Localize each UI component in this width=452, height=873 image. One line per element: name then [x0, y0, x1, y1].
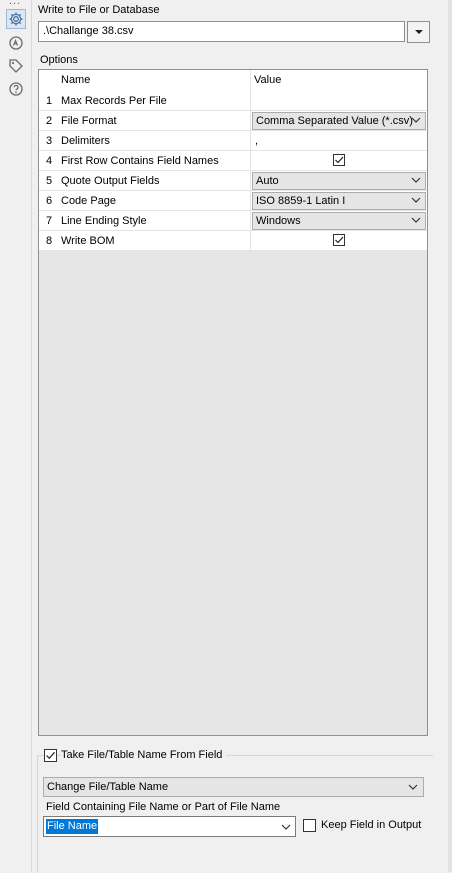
option-name: Delimiters [61, 135, 110, 147]
option-row-quote-output: 5 Quote Output Fields Auto [39, 171, 427, 191]
grid-header: Name Value [39, 70, 427, 92]
take-from-field-checkbox[interactable] [44, 749, 57, 762]
chevron-down-icon [281, 824, 291, 830]
header-value: Value [254, 74, 282, 86]
row-number: 8 [45, 235, 53, 247]
chevron-down-icon [408, 784, 418, 790]
option-row-first-row-field-names: 4 First Row Contains Field Names [39, 151, 427, 171]
option-row-file-format: 2 File Format Comma Separated Value (*.c… [39, 111, 427, 131]
chevron-down-icon [411, 117, 421, 123]
checkmark-icon [335, 156, 344, 164]
checkmark-icon [335, 236, 344, 244]
quote-output-select[interactable]: Auto [252, 172, 426, 190]
option-name: Quote Output Fields [61, 175, 160, 187]
line-ending-select[interactable]: Windows [252, 212, 426, 230]
chevron-down-icon [411, 197, 421, 203]
option-name: Write BOM [61, 235, 115, 247]
option-row-delimiters: 3 Delimiters , [39, 131, 427, 151]
destination-field[interactable]: .\Challange 38.csv [38, 21, 405, 42]
destination-dropdown-button[interactable] [407, 21, 430, 43]
keep-field-checkbox[interactable] [303, 819, 316, 832]
more-dots[interactable]: ... [9, 0, 21, 7]
take-from-field-group [37, 755, 433, 873]
option-row-max-records: 1 Max Records Per File [39, 91, 427, 111]
file-format-select[interactable]: Comma Separated Value (*.csv) [252, 112, 426, 130]
annotation-icon[interactable] [6, 33, 26, 53]
delimiters-input[interactable]: , [250, 131, 427, 151]
chevron-down-icon [411, 217, 421, 223]
destination-label: Write to File or Database [38, 4, 160, 16]
row-number: 4 [45, 155, 53, 167]
code-page-select[interactable]: ISO 8859-1 Latin I [252, 192, 426, 210]
change-mode-select[interactable]: Change File/Table Name [43, 777, 424, 797]
field-containing-label: Field Containing File Name or Part of Fi… [46, 801, 281, 813]
row-number: 2 [45, 115, 53, 127]
option-row-line-ending: 7 Line Ending Style Windows [39, 211, 427, 231]
option-name: First Row Contains Field Names [61, 155, 219, 167]
checkmark-icon [46, 751, 55, 760]
options-grid: Name Value 1 Max Records Per File 2 File… [38, 69, 428, 736]
row-number: 5 [45, 175, 53, 187]
tag-icon[interactable] [6, 56, 26, 76]
field-name-select[interactable]: File Name [43, 816, 296, 837]
first-row-field-names-checkbox[interactable] [333, 154, 345, 166]
option-name: File Format [61, 115, 117, 127]
help-icon[interactable] [6, 79, 26, 99]
row-number: 7 [45, 215, 53, 227]
dropdown-arrow-icon [414, 30, 423, 34]
panel-scrollbar[interactable] [448, 0, 452, 872]
take-from-field-label: Take File/Table Name From Field [61, 749, 227, 761]
row-number: 6 [45, 195, 53, 207]
option-name: Line Ending Style [61, 215, 147, 227]
option-name: Max Records Per File [61, 95, 167, 107]
tool-sidebar: ... [0, 0, 32, 872]
keep-field-label: Keep Field in Output [321, 819, 422, 831]
option-row-code-page: 6 Code Page ISO 8859-1 Latin I [39, 191, 427, 211]
write-bom-checkbox[interactable] [333, 234, 345, 246]
chevron-down-icon [411, 177, 421, 183]
option-row-write-bom: 8 Write BOM [39, 231, 427, 251]
max-records-input[interactable] [250, 91, 427, 111]
settings-gear-icon[interactable] [6, 9, 26, 29]
row-number: 1 [45, 95, 53, 107]
header-name: Name [61, 74, 91, 86]
row-number: 3 [45, 135, 53, 147]
option-name: Code Page [61, 195, 117, 207]
options-label: Options [40, 54, 78, 66]
selected-field-text: File Name [46, 819, 99, 834]
